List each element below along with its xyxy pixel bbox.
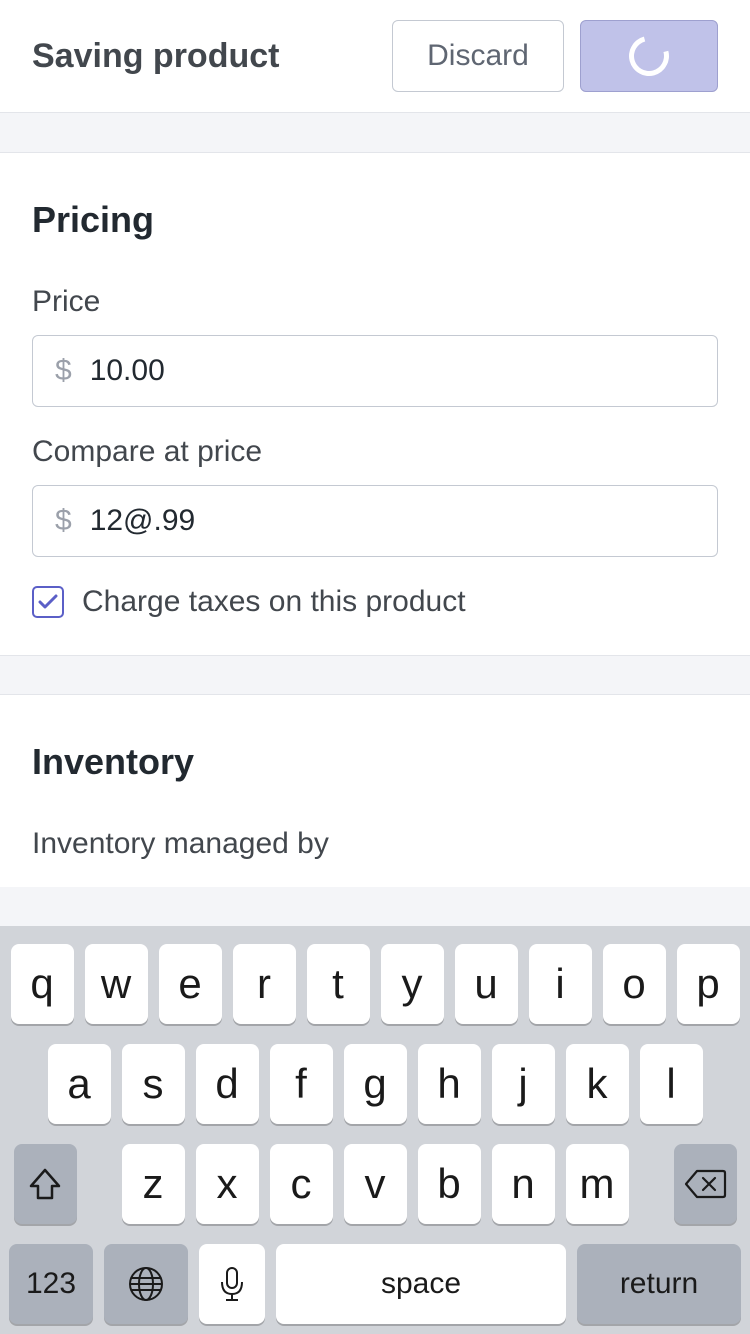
compare-price-input[interactable] <box>90 504 695 538</box>
key-t[interactable]: t <box>307 944 370 1024</box>
keyboard-row-4: 123 space return <box>0 1244 750 1324</box>
keyboard-row-1: q w e r t y u i o p <box>0 944 750 1024</box>
check-icon <box>38 593 58 611</box>
globe-icon <box>126 1264 166 1304</box>
key-g[interactable]: g <box>344 1044 407 1124</box>
compare-price-input-wrap[interactable]: $ <box>32 485 718 557</box>
key-b[interactable]: b <box>418 1144 481 1224</box>
key-l[interactable]: l <box>640 1044 703 1124</box>
charge-taxes-label: Charge taxes on this product <box>82 585 466 619</box>
backspace-key[interactable] <box>674 1144 737 1224</box>
backspace-icon <box>683 1167 727 1201</box>
key-s[interactable]: s <box>122 1044 185 1124</box>
microphone-icon <box>212 1264 252 1304</box>
key-h[interactable]: h <box>418 1044 481 1124</box>
key-y[interactable]: y <box>381 944 444 1024</box>
price-label: Price <box>32 285 718 319</box>
key-z[interactable]: z <box>122 1144 185 1224</box>
key-i[interactable]: i <box>529 944 592 1024</box>
key-o[interactable]: o <box>603 944 666 1024</box>
charge-taxes-checkbox[interactable] <box>32 586 64 618</box>
key-f[interactable]: f <box>270 1044 333 1124</box>
key-n[interactable]: n <box>492 1144 555 1224</box>
space-key[interactable]: space <box>276 1244 566 1324</box>
price-input-wrap[interactable]: $ <box>32 335 718 407</box>
key-k[interactable]: k <box>566 1044 629 1124</box>
key-c[interactable]: c <box>270 1144 333 1224</box>
currency-prefix: $ <box>55 504 72 538</box>
return-key[interactable]: return <box>577 1244 741 1324</box>
key-q[interactable]: q <box>11 944 74 1024</box>
inventory-heading: Inventory <box>32 741 718 783</box>
compare-price-field: Compare at price $ <box>32 435 718 557</box>
key-r[interactable]: r <box>233 944 296 1024</box>
key-e[interactable]: e <box>159 944 222 1024</box>
key-p[interactable]: p <box>677 944 740 1024</box>
key-u[interactable]: u <box>455 944 518 1024</box>
key-j[interactable]: j <box>492 1044 555 1124</box>
price-input[interactable] <box>90 354 695 388</box>
dictation-key[interactable] <box>199 1244 265 1324</box>
key-v[interactable]: v <box>344 1144 407 1224</box>
currency-prefix: $ <box>55 354 72 388</box>
key-d[interactable]: d <box>196 1044 259 1124</box>
header-bar: Saving product Discard <box>0 0 750 113</box>
discard-button[interactable]: Discard <box>392 20 564 92</box>
compare-price-label: Compare at price <box>32 435 718 469</box>
keyboard-row-2: a s d f g h j k l <box>0 1044 750 1124</box>
section-divider <box>0 113 750 153</box>
pricing-heading: Pricing <box>32 199 718 241</box>
section-divider <box>0 655 750 695</box>
ios-keyboard: q w e r t y u i o p a s d f g h j k l z … <box>0 926 750 1334</box>
charge-taxes-row[interactable]: Charge taxes on this product <box>32 585 718 619</box>
pricing-section: Pricing Price $ Compare at price $ Charg… <box>0 153 750 655</box>
keyboard-row-3: z x c v b n m <box>0 1144 750 1224</box>
save-button[interactable] <box>580 20 718 92</box>
shift-key[interactable] <box>14 1144 77 1224</box>
loading-spinner-icon <box>622 29 677 84</box>
key-a[interactable]: a <box>48 1044 111 1124</box>
inventory-section: Inventory Inventory managed by <box>0 695 750 887</box>
shift-icon <box>25 1164 65 1204</box>
key-m[interactable]: m <box>566 1144 629 1224</box>
globe-key[interactable] <box>104 1244 188 1324</box>
page-title: Saving product <box>32 37 376 76</box>
numbers-key[interactable]: 123 <box>9 1244 93 1324</box>
inventory-managed-by-label: Inventory managed by <box>32 827 718 861</box>
price-field: Price $ <box>32 285 718 407</box>
key-x[interactable]: x <box>196 1144 259 1224</box>
key-w[interactable]: w <box>85 944 148 1024</box>
